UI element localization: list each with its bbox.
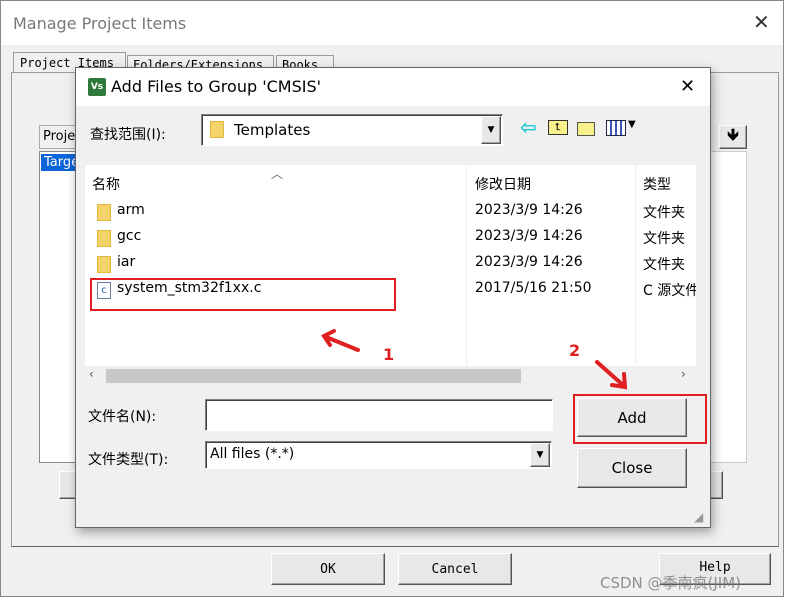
annotation-arrows (321, 329, 628, 390)
step-1-label: 1 (383, 345, 395, 364)
arrow-2-icon (595, 360, 628, 390)
step-2-label: 2 (569, 341, 581, 360)
watermark: CSDN @季南疯(JIM) (600, 574, 742, 592)
arrow-1-icon (321, 329, 360, 352)
